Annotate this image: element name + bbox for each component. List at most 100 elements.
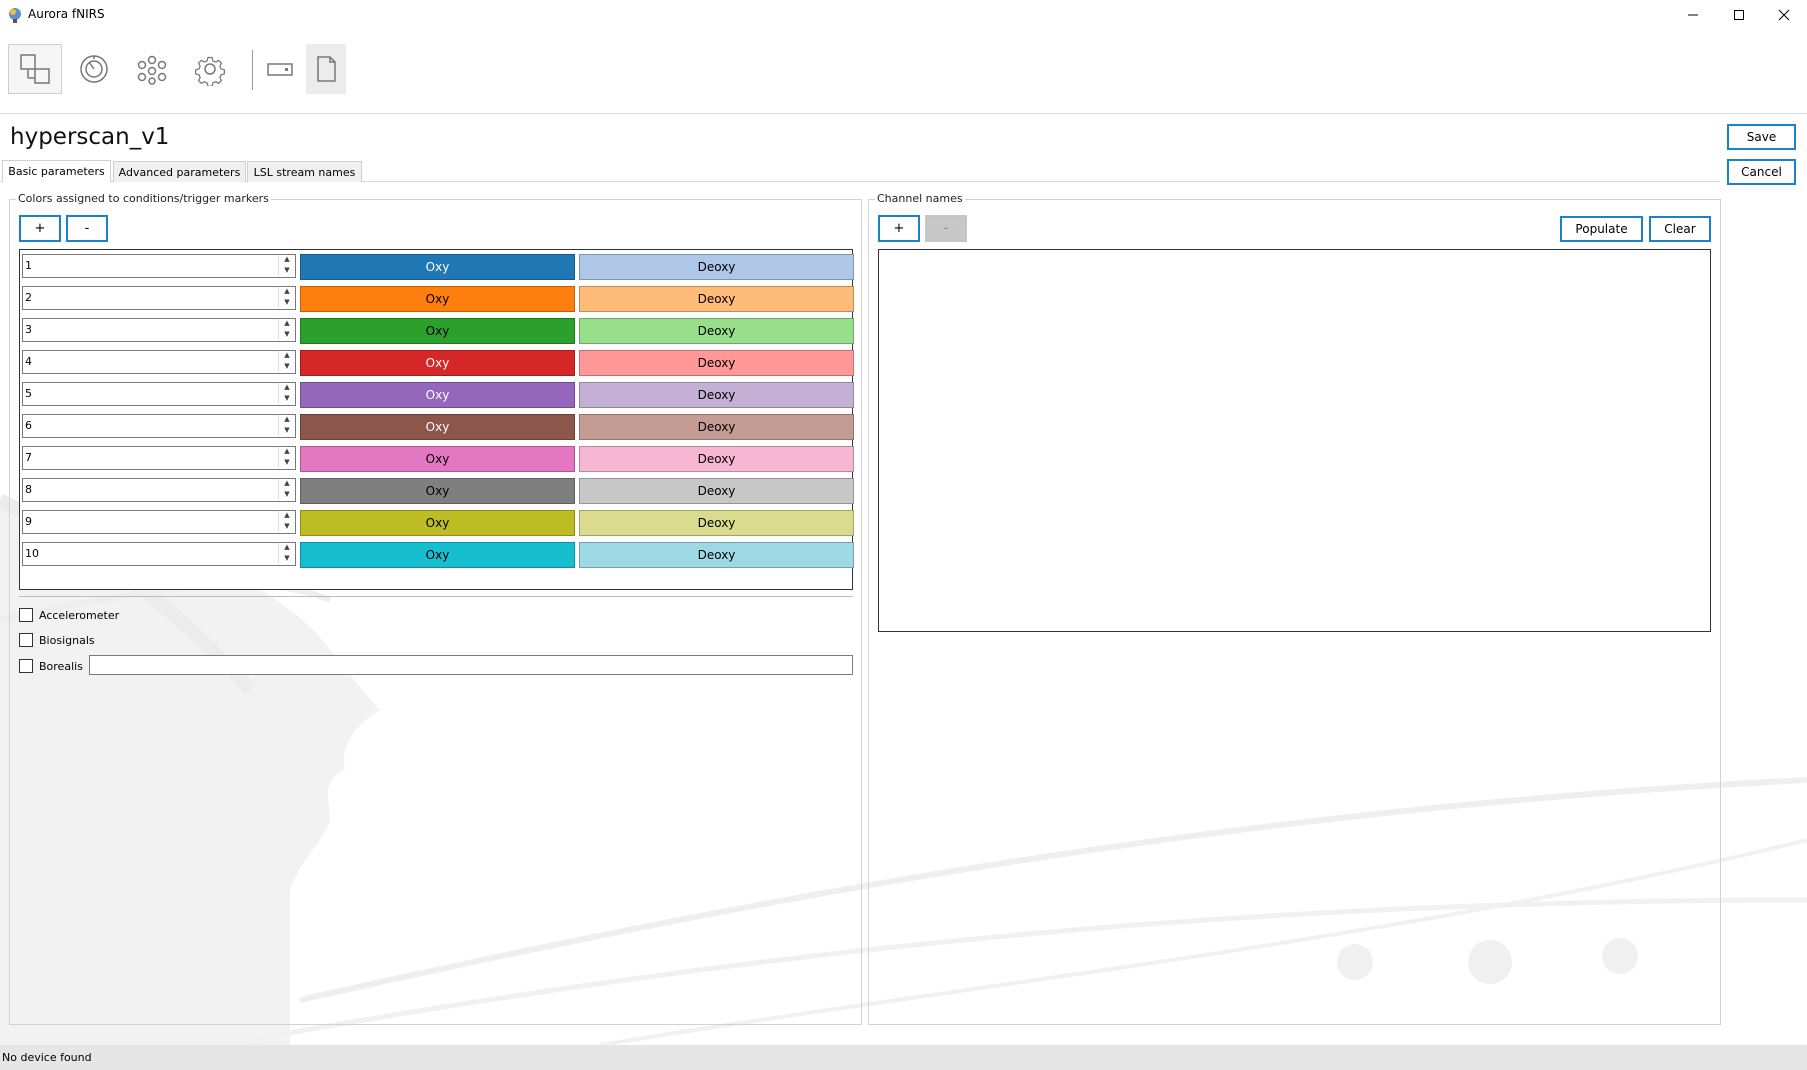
condition-id-spinbox[interactable]: 7 ▲ ▼ — [22, 446, 296, 470]
channel-list[interactable] — [878, 249, 1711, 632]
save-button[interactable]: Save — [1727, 124, 1796, 150]
color-row: 4 ▲ ▼ Oxy Deoxy — [20, 347, 854, 376]
oxy-color-button[interactable]: Oxy — [300, 414, 575, 440]
channel-names-label: Channel names — [875, 192, 965, 205]
condition-id-value: 10 — [25, 547, 39, 560]
oxy-color-button[interactable]: Oxy — [300, 478, 575, 504]
condition-id-spinbox[interactable]: 9 ▲ ▼ — [22, 510, 296, 534]
spin-arrows-icon[interactable]: ▲ ▼ — [278, 415, 295, 435]
deoxy-color-button[interactable]: Deoxy — [579, 286, 854, 312]
gear-icon — [195, 56, 225, 86]
status-text: No device found — [2, 1051, 92, 1064]
condition-id-value: 4 — [25, 355, 32, 368]
condition-id-spinbox[interactable]: 5 ▲ ▼ — [22, 382, 296, 406]
toolbar-settings-button[interactable] — [183, 44, 237, 94]
spin-arrows-icon[interactable]: ▲ ▼ — [278, 351, 295, 371]
panel-divider — [19, 596, 853, 597]
condition-id-value: 6 — [25, 419, 32, 432]
deoxy-color-button[interactable]: Deoxy — [579, 350, 854, 376]
borealis-option[interactable]: Borealis — [19, 658, 83, 674]
oxy-color-button[interactable]: Oxy — [300, 350, 575, 376]
toolbar-layout-button[interactable] — [8, 44, 62, 94]
minimize-icon[interactable] — [1670, 0, 1716, 30]
title-bar — [0, 0, 1807, 30]
oxy-color-button[interactable]: Oxy — [300, 254, 575, 280]
oxy-color-button[interactable]: Oxy — [300, 510, 575, 536]
speedometer-icon — [80, 55, 108, 83]
oxy-color-button[interactable]: Oxy — [300, 446, 575, 472]
toolbar-dashboard-button[interactable] — [67, 44, 121, 94]
color-row: 10 ▲ ▼ Oxy Deoxy — [20, 539, 854, 568]
deoxy-color-button[interactable]: Deoxy — [579, 446, 854, 472]
condition-id-spinbox[interactable]: 8 ▲ ▼ — [22, 478, 296, 502]
accelerometer-checkbox[interactable] — [19, 608, 33, 622]
condition-id-value: 1 — [25, 259, 32, 272]
toolbar-device-button[interactable] — [253, 44, 307, 94]
oxy-color-button[interactable]: Oxy — [300, 318, 575, 344]
borealis-label: Borealis — [39, 659, 83, 673]
oxy-color-button[interactable]: Oxy — [300, 286, 575, 312]
spin-arrows-icon[interactable]: ▲ ▼ — [278, 255, 295, 275]
spin-arrows-icon[interactable]: ▲ ▼ — [278, 511, 295, 531]
remove-color-button[interactable]: - — [66, 215, 108, 242]
biosignals-label: Biosignals — [39, 633, 95, 647]
deoxy-color-button[interactable]: Deoxy — [579, 382, 854, 408]
condition-id-spinbox[interactable]: 3 ▲ ▼ — [22, 318, 296, 342]
oxy-color-button[interactable]: Oxy — [300, 542, 575, 568]
clear-button[interactable]: Clear — [1649, 216, 1711, 242]
accelerometer-option[interactable]: Accelerometer — [19, 607, 119, 623]
deoxy-color-button[interactable]: Deoxy — [579, 510, 854, 536]
biosignals-checkbox[interactable] — [19, 633, 33, 647]
tab-lsl-stream-names[interactable]: LSL stream names — [247, 161, 362, 182]
color-row: 9 ▲ ▼ Oxy Deoxy — [20, 507, 854, 536]
condition-id-value: 2 — [25, 291, 32, 304]
deoxy-color-button[interactable]: Deoxy — [579, 318, 854, 344]
color-row: 2 ▲ ▼ Oxy Deoxy — [20, 283, 854, 312]
spin-arrows-icon[interactable]: ▲ ▼ — [278, 543, 295, 563]
toolbar-network-button[interactable] — [125, 44, 179, 94]
condition-id-spinbox[interactable]: 4 ▲ ▼ — [22, 350, 296, 374]
document-icon — [317, 56, 336, 82]
spin-arrows-icon[interactable]: ▲ ▼ — [278, 479, 295, 499]
color-list: 1 ▲ ▼ Oxy Deoxy 2 ▲ ▼ Oxy Deoxy 3 ▲ ▼ Oxy Deoxy 4 ▲ ▼ Oxy D… — [19, 249, 854, 590]
borealis-input[interactable] — [89, 655, 853, 675]
spin-arrows-icon[interactable]: ▲ ▼ — [278, 319, 295, 339]
cancel-button[interactable]: Cancel — [1727, 159, 1796, 185]
deoxy-color-button[interactable]: Deoxy — [579, 542, 854, 568]
add-channel-button[interactable]: + — [878, 215, 920, 242]
window-title: Aurora fNIRS — [28, 7, 105, 21]
condition-id-spinbox[interactable]: 1 ▲ ▼ — [22, 254, 296, 278]
accelerometer-label: Accelerometer — [39, 608, 120, 622]
color-row: 8 ▲ ▼ Oxy Deoxy — [20, 475, 854, 504]
tab-basic-parameters[interactable]: Basic parameters — [2, 160, 111, 182]
condition-id-value: 3 — [25, 323, 32, 336]
tab-advanced-parameters[interactable]: Advanced parameters — [113, 161, 246, 182]
borealis-checkbox[interactable] — [19, 659, 33, 673]
biosignals-option[interactable]: Biosignals — [19, 632, 95, 648]
toolbar-document-button[interactable] — [306, 44, 346, 94]
populate-button[interactable]: Populate — [1560, 216, 1643, 242]
color-row: 3 ▲ ▼ Oxy Deoxy — [20, 315, 854, 344]
spin-arrows-icon[interactable]: ▲ ▼ — [278, 383, 295, 403]
condition-id-spinbox[interactable]: 2 ▲ ▼ — [22, 286, 296, 310]
spin-arrows-icon[interactable]: ▲ ▼ — [278, 287, 295, 307]
add-color-button[interactable]: + — [19, 215, 61, 242]
status-bar: No device found — [0, 1045, 1807, 1070]
deoxy-color-button[interactable]: Deoxy — [579, 478, 854, 504]
condition-id-value: 5 — [25, 387, 32, 400]
condition-id-value: 9 — [25, 515, 32, 528]
color-row: 6 ▲ ▼ Oxy Deoxy — [20, 411, 854, 440]
condition-id-spinbox[interactable]: 10 ▲ ▼ — [22, 542, 296, 566]
condition-id-spinbox[interactable]: 6 ▲ ▼ — [22, 414, 296, 438]
deoxy-color-button[interactable]: Deoxy — [579, 254, 854, 280]
deoxy-color-button[interactable]: Deoxy — [579, 414, 854, 440]
condition-id-value: 8 — [25, 483, 32, 496]
oxy-color-button[interactable]: Oxy — [300, 382, 575, 408]
spin-arrows-icon[interactable]: ▲ ▼ — [278, 447, 295, 467]
colors-panel-label: Colors assigned to conditions/trigger ma… — [16, 192, 271, 205]
color-row: 1 ▲ ▼ Oxy Deoxy — [20, 251, 854, 280]
remove-channel-button[interactable]: - — [925, 215, 967, 242]
close-icon[interactable] — [1761, 0, 1807, 30]
device-icon — [267, 63, 293, 76]
maximize-icon[interactable] — [1716, 0, 1762, 30]
